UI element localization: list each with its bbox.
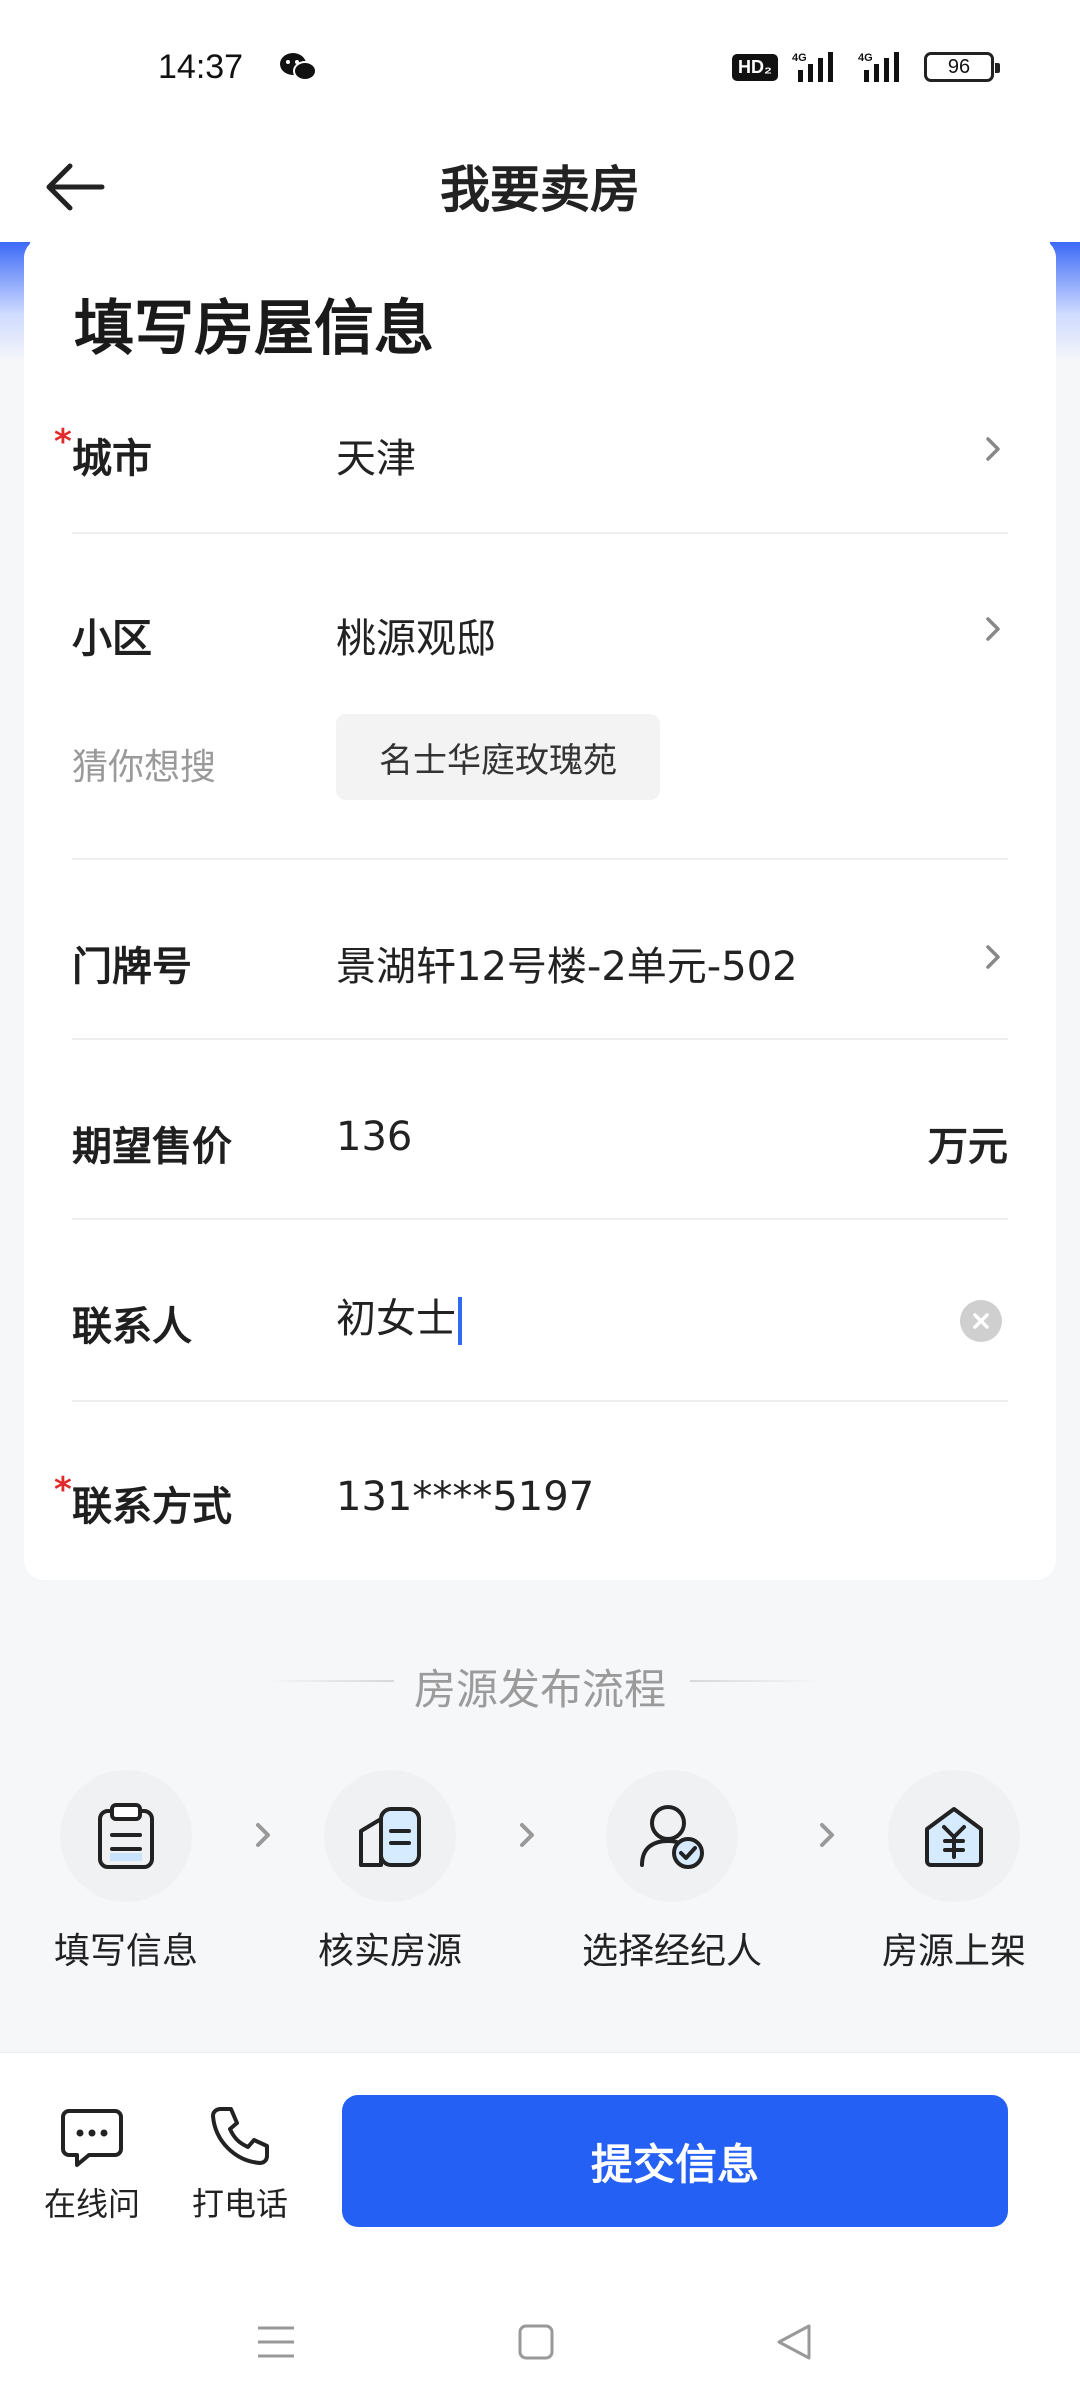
price-input[interactable]: 136	[336, 1114, 412, 1160]
step-fill-info: 填写信息	[26, 1770, 226, 1974]
agent-check-icon	[640, 1805, 704, 1869]
city-value: 天津	[336, 436, 416, 482]
city-row[interactable]: * 城市 天津	[54, 418, 1008, 498]
divider	[72, 858, 1008, 860]
close-icon	[973, 1313, 989, 1329]
suggest-label: 猜你想搜	[72, 747, 217, 788]
phone-icon	[211, 2107, 269, 2165]
chevron-right-icon	[986, 617, 1000, 641]
contact-input[interactable]: 初女士	[336, 1286, 462, 1345]
card-title: 填写房屋信息	[74, 294, 434, 364]
step-label: 选择经纪人	[581, 1931, 762, 1972]
status-time: 14:37	[158, 48, 244, 86]
call-button[interactable]: 打电话	[192, 2103, 288, 2225]
divider	[72, 1400, 1008, 1402]
chevron-right-icon	[986, 945, 1000, 969]
step-icon-wrap	[888, 1770, 1020, 1902]
divider-line	[690, 1680, 820, 1682]
clipboard-icon	[98, 1803, 154, 1869]
contact-input-text: 初女士	[336, 1296, 456, 1342]
page-title: 我要卖房	[440, 161, 640, 219]
phone-label: 联系方式	[72, 1484, 232, 1530]
submit-button[interactable]: 提交信息	[342, 2095, 1008, 2227]
bottom-action-bar: 在线问 打电话 提交信息	[0, 2052, 1080, 2282]
contact-row: 联系人 初女士	[72, 1286, 1008, 1366]
contact-label: 联系人	[72, 1304, 192, 1350]
home-nav-button[interactable]	[506, 2312, 566, 2372]
required-mark: *	[54, 422, 72, 462]
step-choose-agent: 选择经纪人	[572, 1770, 772, 1974]
process-header: 房源发布流程	[0, 1650, 1080, 1714]
step-verify: 核实房源	[290, 1770, 490, 1974]
chat-label: 在线问	[44, 2185, 141, 2223]
signal-icon-2: 4G	[858, 52, 899, 82]
signal-label-1: 4G	[792, 52, 807, 64]
step-icon-wrap	[60, 1770, 192, 1902]
text-caret	[458, 1297, 462, 1345]
chat-bubble-icon	[61, 2109, 123, 2167]
menu-icon	[258, 2326, 294, 2358]
battery-icon: 96	[924, 52, 1000, 82]
community-value: 桃源观邸	[336, 616, 496, 662]
online-chat-button[interactable]: 在线问	[44, 2103, 140, 2225]
house-number-value: 景湖轩12号楼-2单元-502	[336, 944, 798, 990]
step-listing: 房源上架	[854, 1770, 1054, 1974]
square-icon	[518, 2324, 554, 2360]
step-icon-wrap	[606, 1770, 738, 1902]
wechat-icon	[280, 53, 317, 81]
header: 我要卖房	[0, 130, 1080, 242]
signal-icon: 4G	[792, 52, 833, 82]
chevron-right-icon	[256, 1823, 270, 1847]
clear-input-button[interactable]	[960, 1300, 1002, 1342]
community-label: 小区	[72, 616, 152, 662]
required-mark: *	[54, 1470, 72, 1510]
community-row[interactable]: 小区 桃源观邸	[72, 598, 1008, 678]
step-icon-wrap	[324, 1770, 456, 1902]
suggest-chip[interactable]: 名士华庭玫瑰苑	[336, 714, 660, 800]
status-icons: HD₂ 4G 4G 96	[732, 50, 1000, 84]
chevron-right-icon	[986, 437, 1000, 461]
phone-row[interactable]: * 联系方式 131****5197	[54, 1466, 1008, 1546]
price-unit: 万元	[928, 1124, 1008, 1170]
city-label: 城市	[72, 436, 152, 482]
building-doc-icon	[359, 1807, 421, 1867]
divider	[72, 1218, 1008, 1220]
step-label: 填写信息	[53, 1931, 198, 1972]
chevron-right-icon	[520, 1823, 534, 1847]
process-title: 房源发布流程	[413, 1665, 666, 1714]
status-bar: 14:37 HD₂ 4G 4G 96	[0, 0, 1080, 130]
system-nav-bar	[0, 2282, 1080, 2400]
divider	[72, 1038, 1008, 1040]
triangle-back-icon	[777, 2324, 811, 2360]
step-label: 房源上架	[881, 1931, 1026, 1972]
step-label: 核实房源	[317, 1931, 462, 1972]
chevron-right-icon	[820, 1823, 834, 1847]
menu-nav-button[interactable]	[246, 2312, 306, 2372]
house-yuan-icon	[925, 1807, 983, 1867]
phone-value: 131****5197	[336, 1474, 595, 1520]
price-label: 期望售价	[72, 1124, 232, 1170]
call-label: 打电话	[192, 2185, 289, 2223]
back-nav-button[interactable]	[764, 2312, 824, 2372]
divider	[72, 532, 1008, 534]
signal-label-2: 4G	[858, 52, 873, 64]
house-info-card: 填写房屋信息 * 城市 天津 小区 桃源观邸 猜你想搜 名士华庭玫瑰苑 门牌号 …	[24, 238, 1056, 1580]
house-number-row[interactable]: 门牌号 景湖轩12号楼-2单元-502	[72, 926, 1008, 1006]
price-row: 期望售价 136 万元	[72, 1106, 1008, 1186]
house-number-label: 门牌号	[72, 944, 192, 990]
hd-badge: HD₂	[732, 53, 778, 81]
